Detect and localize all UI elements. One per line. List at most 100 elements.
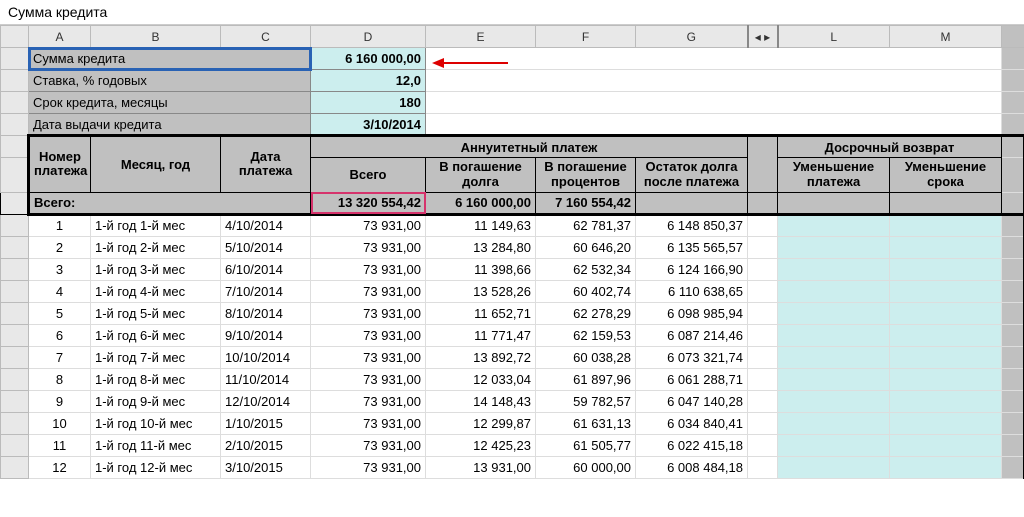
cell-balance[interactable]: 6 087 214,46 xyxy=(636,324,748,346)
col-A[interactable]: A xyxy=(29,26,91,48)
cell-num[interactable]: 4 xyxy=(29,280,91,302)
cell-month-year[interactable]: 1-й год 12-й мес xyxy=(91,456,221,478)
cell-early-pay[interactable] xyxy=(778,214,890,236)
cell-month-year[interactable]: 1-й год 11-й мес xyxy=(91,434,221,456)
cell-balance[interactable]: 6 034 840,41 xyxy=(636,412,748,434)
cell-early-pay[interactable] xyxy=(778,302,890,324)
col-B[interactable]: B xyxy=(91,26,221,48)
cell-month-year[interactable]: 1-й год 9-й мес xyxy=(91,390,221,412)
cell-early-pay[interactable] xyxy=(778,236,890,258)
cell-total[interactable]: 73 931,00 xyxy=(311,236,426,258)
cell-principal[interactable]: 12 299,87 xyxy=(426,412,536,434)
cell-num[interactable]: 12 xyxy=(29,456,91,478)
cell-total[interactable]: 73 931,00 xyxy=(311,412,426,434)
param-amount-row[interactable]: Сумма кредита 6 160 000,00 xyxy=(1,48,1024,70)
table-row[interactable]: 121-й год 12-й мес3/10/201573 931,0013 9… xyxy=(1,456,1024,478)
cell-num[interactable]: 1 xyxy=(29,214,91,236)
cell-date[interactable]: 10/10/2014 xyxy=(221,346,311,368)
cell-date[interactable]: 7/10/2014 xyxy=(221,280,311,302)
cell-balance[interactable]: 6 073 321,74 xyxy=(636,346,748,368)
cell-month-year[interactable]: 1-й год 2-й мес xyxy=(91,236,221,258)
param-date-label[interactable]: Дата выдачи кредита xyxy=(29,114,311,136)
table-row[interactable]: 111-й год 11-й мес2/10/201573 931,0012 4… xyxy=(1,434,1024,456)
col-G[interactable]: G xyxy=(636,26,748,48)
cell-balance[interactable]: 6 148 850,37 xyxy=(636,214,748,236)
cell-total[interactable]: 73 931,00 xyxy=(311,280,426,302)
cell-early-pay[interactable] xyxy=(778,258,890,280)
col-C[interactable]: C xyxy=(221,26,311,48)
cell-date[interactable]: 9/10/2014 xyxy=(221,324,311,346)
col-M[interactable]: M xyxy=(890,26,1002,48)
cell-balance[interactable]: 6 022 415,18 xyxy=(636,434,748,456)
cell-total[interactable]: 73 931,00 xyxy=(311,258,426,280)
cell-total[interactable]: 73 931,00 xyxy=(311,324,426,346)
cell-month-year[interactable]: 1-й год 6-й мес xyxy=(91,324,221,346)
cell-early-pay[interactable] xyxy=(778,346,890,368)
cell-date[interactable]: 5/10/2014 xyxy=(221,236,311,258)
cell-num[interactable]: 7 xyxy=(29,346,91,368)
param-date-row[interactable]: Дата выдачи кредита 3/10/2014 xyxy=(1,114,1024,136)
cell-early-term[interactable] xyxy=(890,324,1002,346)
param-term-row[interactable]: Срок кредита, месяцы 180 xyxy=(1,92,1024,114)
cell-month-year[interactable]: 1-й год 5-й мес xyxy=(91,302,221,324)
table-row[interactable]: 101-й год 10-й мес1/10/201573 931,0012 2… xyxy=(1,412,1024,434)
cell-early-term[interactable] xyxy=(890,214,1002,236)
cell-early-term[interactable] xyxy=(890,368,1002,390)
hidden-columns-indicator[interactable]: ◂ ▸ xyxy=(748,26,778,48)
table-row[interactable]: 81-й год 8-й мес11/10/201473 931,0012 03… xyxy=(1,368,1024,390)
cell-date[interactable]: 8/10/2014 xyxy=(221,302,311,324)
formula-bar[interactable]: Сумма кредита xyxy=(0,0,1024,25)
param-date-value[interactable]: 3/10/2014 xyxy=(311,114,426,136)
cell-date[interactable]: 11/10/2014 xyxy=(221,368,311,390)
cell-principal[interactable]: 11 652,71 xyxy=(426,302,536,324)
cell-interest[interactable]: 62 159,53 xyxy=(536,324,636,346)
cell-date[interactable]: 3/10/2015 xyxy=(221,456,311,478)
cell-early-term[interactable] xyxy=(890,346,1002,368)
cell-total[interactable]: 73 931,00 xyxy=(311,434,426,456)
cell-month-year[interactable]: 1-й год 4-й мес xyxy=(91,280,221,302)
cell-balance[interactable]: 6 124 166,90 xyxy=(636,258,748,280)
cell-early-term[interactable] xyxy=(890,236,1002,258)
cell-early-term[interactable] xyxy=(890,390,1002,412)
cell-principal[interactable]: 13 892,72 xyxy=(426,346,536,368)
cell-num[interactable]: 9 xyxy=(29,390,91,412)
cell-month-year[interactable]: 1-й год 8-й мес xyxy=(91,368,221,390)
cell-month-year[interactable]: 1-й год 3-й мес xyxy=(91,258,221,280)
cell-num[interactable]: 5 xyxy=(29,302,91,324)
cell-total[interactable]: 73 931,00 xyxy=(311,368,426,390)
totals-principal[interactable]: 6 160 000,00 xyxy=(426,192,536,214)
col-D[interactable]: D xyxy=(311,26,426,48)
cell-early-term[interactable] xyxy=(890,434,1002,456)
col-F[interactable]: F xyxy=(536,26,636,48)
cell-early-pay[interactable] xyxy=(778,412,890,434)
cell-principal[interactable]: 12 033,04 xyxy=(426,368,536,390)
cell-balance[interactable]: 6 110 638,65 xyxy=(636,280,748,302)
cell-principal[interactable]: 11 149,63 xyxy=(426,214,536,236)
table-row[interactable]: 21-й год 2-й мес5/10/201473 931,0013 284… xyxy=(1,236,1024,258)
cell-interest[interactable]: 60 646,20 xyxy=(536,236,636,258)
cell-principal[interactable]: 14 148,43 xyxy=(426,390,536,412)
totals-sum[interactable]: 13 320 554,42 xyxy=(311,192,426,214)
cell-principal[interactable]: 13 284,80 xyxy=(426,236,536,258)
param-rate-label[interactable]: Ставка, % годовых xyxy=(29,70,311,92)
cell-total[interactable]: 73 931,00 xyxy=(311,456,426,478)
cell-principal[interactable]: 12 425,23 xyxy=(426,434,536,456)
cell-principal[interactable]: 11 398,66 xyxy=(426,258,536,280)
param-amount-label[interactable]: Сумма кредита xyxy=(29,48,311,70)
cell-total[interactable]: 73 931,00 xyxy=(311,214,426,236)
cell-early-pay[interactable] xyxy=(778,390,890,412)
cell-interest[interactable]: 61 505,77 xyxy=(536,434,636,456)
cell-date[interactable]: 4/10/2014 xyxy=(221,214,311,236)
table-row[interactable]: 61-й год 6-й мес9/10/201473 931,0011 771… xyxy=(1,324,1024,346)
totals-row[interactable]: Всего: 13 320 554,42 6 160 000,00 7 160 … xyxy=(1,192,1024,214)
cell-num[interactable]: 8 xyxy=(29,368,91,390)
param-term-label[interactable]: Срок кредита, месяцы xyxy=(29,92,311,114)
cell-interest[interactable]: 60 000,00 xyxy=(536,456,636,478)
cell-date[interactable]: 1/10/2015 xyxy=(221,412,311,434)
table-row[interactable]: 91-й год 9-й мес12/10/201473 931,0014 14… xyxy=(1,390,1024,412)
cell-num[interactable]: 2 xyxy=(29,236,91,258)
table-row[interactable]: 11-й год 1-й мес4/10/201473 931,0011 149… xyxy=(1,214,1024,236)
table-row[interactable]: 41-й год 4-й мес7/10/201473 931,0013 528… xyxy=(1,280,1024,302)
cell-interest[interactable]: 61 897,96 xyxy=(536,368,636,390)
cell-interest[interactable]: 62 278,29 xyxy=(536,302,636,324)
